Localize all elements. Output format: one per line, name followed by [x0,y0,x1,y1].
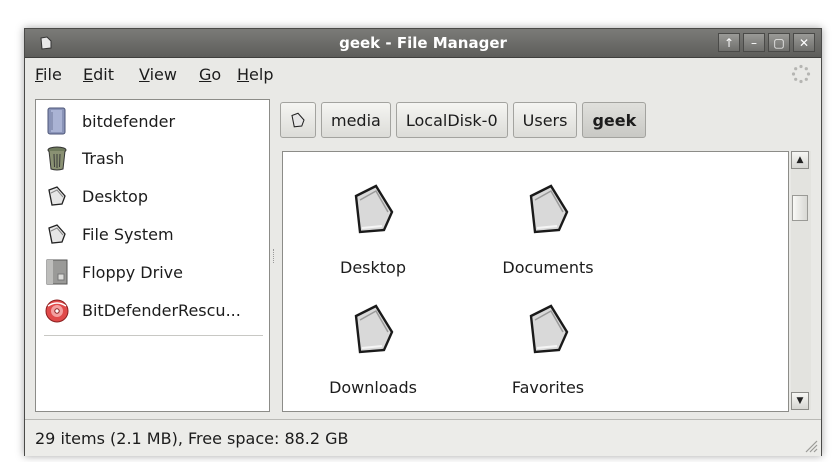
trash-icon [44,144,70,172]
close-icon[interactable]: ✕ [793,33,815,52]
menu-edit[interactable]: Edit [83,65,114,84]
floppy-icon [44,258,70,286]
menu-file-mnemonic: F [35,65,44,84]
folder-item-downloads[interactable]: Downloads [313,302,433,397]
sidebar-item-label: File System [82,224,174,244]
folder-label: Favorites [511,378,585,397]
folder-icon [291,112,305,128]
sidebar-item-label: Floppy Drive [82,262,183,282]
sidebar-item-trash[interactable]: Trash [44,142,124,174]
file-manager-window: geek - File Manager ↑ – ▢ ✕ File Edit Vi… [24,28,822,456]
minimize-icon[interactable]: – [743,33,765,52]
folder-item-documents[interactable]: Documents [488,182,608,277]
menu-bar: File Edit View Go Help [25,58,821,88]
menu-go-rest: o [211,65,222,84]
folder-icon [44,182,70,210]
menu-view-rest: iew [149,65,177,84]
menu-go-mnemonic: G [199,65,212,84]
pane-splitter-handle[interactable] [273,249,277,263]
sidebar-item-label: Desktop [82,186,148,206]
folder-icon [354,184,394,234]
drive-icon [44,107,70,135]
resize-grip-icon[interactable] [802,437,818,453]
folder-label: Desktop [340,258,406,277]
sidebar-item-file-system[interactable]: File System [44,218,174,250]
up-arrow-icon[interactable]: ↑ [718,33,740,52]
path-root-button[interactable] [280,102,316,138]
sidebar-item-floppy-drive[interactable]: Floppy Drive [44,256,183,288]
cdrom-icon [44,296,70,324]
sidebar-item-label: BitDefenderRescu... [82,300,241,320]
status-text: 29 items (2.1 MB), Free space: 88.2 GB [35,429,349,448]
menu-edit-mnemonic: E [83,65,94,84]
window-title: geek - File Manager [339,34,507,52]
sidebar-item-desktop[interactable]: Desktop [44,180,148,212]
menu-help-rest: elp [249,65,274,84]
path-button-users[interactable]: Users [512,102,578,138]
menu-file[interactable]: File [35,65,62,84]
vertical-scrollbar[interactable]: ▲ ▼ [791,151,811,410]
status-bar: 29 items (2.1 MB), Free space: 88.2 GB [25,419,821,456]
folder-icon [44,220,70,248]
menu-view[interactable]: View [139,65,177,84]
path-button-geek[interactable]: geek [582,102,647,138]
scroll-down-icon[interactable]: ▼ [791,392,809,410]
folder-icon [529,304,569,354]
menu-help-mnemonic: H [237,65,250,84]
menu-edit-rest: dit [93,65,114,84]
sidebar-item-label: Trash [82,148,125,168]
maximize-icon[interactable]: ▢ [768,33,790,52]
sidebar-item-bitdefender-rescue[interactable]: BitDefenderRescu... [44,294,241,326]
sidebar-places: bitdefender Trash Desktop File System Fl… [35,99,270,412]
path-button-localdisk[interactable]: LocalDisk-0 [395,102,508,138]
menu-view-mnemonic: V [139,65,150,84]
folder-item-favorites[interactable]: Favorites [488,302,608,397]
title-bar[interactable]: geek - File Manager ↑ – ▢ ✕ [25,29,821,58]
sidebar-item-bitdefender[interactable]: bitdefender [44,105,175,137]
file-view[interactable]: Desktop Documents Downloads Favorites [282,151,789,412]
sidebar-item-label: bitdefender [82,111,176,131]
folder-label: Downloads [329,378,417,397]
folder-label: Documents [502,258,594,277]
scroll-up-icon[interactable]: ▲ [791,151,809,169]
path-bar: media LocalDisk-0 Users geek [280,102,647,140]
menu-go[interactable]: Go [199,65,221,84]
sidebar-separator [44,335,263,336]
scrollbar-thumb[interactable] [792,195,808,221]
menu-help[interactable]: Help [237,65,273,84]
loading-spinner-icon [791,64,811,84]
folder-item-desktop[interactable]: Desktop [313,182,433,277]
folder-icon [529,184,569,234]
folder-icon [354,304,394,354]
path-button-media[interactable]: media [321,102,391,138]
menu-file-rest: ile [43,65,62,84]
